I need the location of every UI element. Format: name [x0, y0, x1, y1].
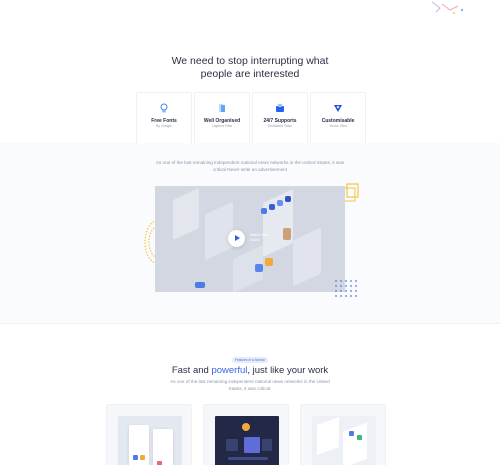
section-divider [0, 323, 500, 324]
video-app-tile [277, 200, 283, 206]
section-title-accent: powerful [211, 365, 248, 376]
app-tile [349, 431, 354, 436]
showcase-card-mobile-app[interactable] [106, 404, 192, 465]
video-app-tile [265, 258, 273, 266]
feature-subtitle: Vector Files [329, 124, 347, 128]
video-app-tile [283, 228, 291, 240]
feature-card-supports: 24/7 Supports Dedicated Team [252, 92, 308, 144]
section-title-start: Fast and [171, 365, 212, 376]
feature-card-well-organised: Well Organised Layered Files [194, 92, 250, 144]
dashboard-panel [343, 422, 367, 465]
feature-subtitle: Dedicated Team [267, 124, 293, 128]
app-tile [157, 461, 162, 465]
video-app-tile [269, 204, 275, 210]
app-card [244, 437, 260, 453]
section-title-end: , just like your work [247, 365, 329, 376]
watch-video-label[interactable]: Watch Intro Video [250, 233, 274, 243]
dots-decoration [335, 280, 357, 297]
showcase-row [106, 404, 386, 465]
feature-card-customisable: Customisable Vector Files [310, 92, 366, 144]
video-mockup-panel [293, 227, 321, 287]
hero-title: We need to stop interrupting what people… [171, 55, 329, 80]
app-card [226, 439, 238, 451]
layers-icon [219, 104, 225, 112]
app-tile [133, 455, 138, 460]
video-mockup-panel [205, 201, 233, 261]
square-decoration [343, 183, 359, 202]
feature-subtitle: Layered Files [211, 124, 233, 128]
app-dots [228, 457, 268, 460]
feature-card-free-fonts: Free Fonts By Google [136, 92, 192, 144]
app-card [262, 439, 272, 451]
features-row: Free Fonts By Google Well Organised Laye… [136, 92, 366, 144]
video-mockup-panel [173, 187, 199, 241]
video-app-tile [195, 282, 205, 288]
corner-decoration [431, 1, 464, 14]
video-app-tile [255, 264, 263, 272]
phone-mockup [129, 425, 149, 465]
video-app-tile [285, 196, 291, 202]
feature-subtitle: By Google [156, 124, 172, 128]
play-icon[interactable] [228, 230, 245, 247]
video-description: As one of the last remaining independent… [155, 160, 345, 172]
app-tile [357, 435, 362, 440]
font-icon [160, 103, 168, 113]
vector-icon [334, 105, 342, 112]
app-tile [140, 455, 145, 460]
support-icon [276, 104, 284, 112]
showcase-card-dashboard[interactable] [300, 404, 386, 465]
intro-video[interactable]: Watch Intro Video [155, 186, 345, 292]
phone-mockup [153, 429, 173, 465]
app-logo [242, 423, 250, 431]
section-description: As one of the last remaining independent… [170, 379, 330, 391]
section-title: Fast and powerful, just like your work [0, 365, 500, 377]
section-badge: Features of a Section [232, 357, 268, 363]
video-app-tile [261, 208, 267, 214]
showcase-card-dark-app[interactable] [203, 404, 289, 465]
